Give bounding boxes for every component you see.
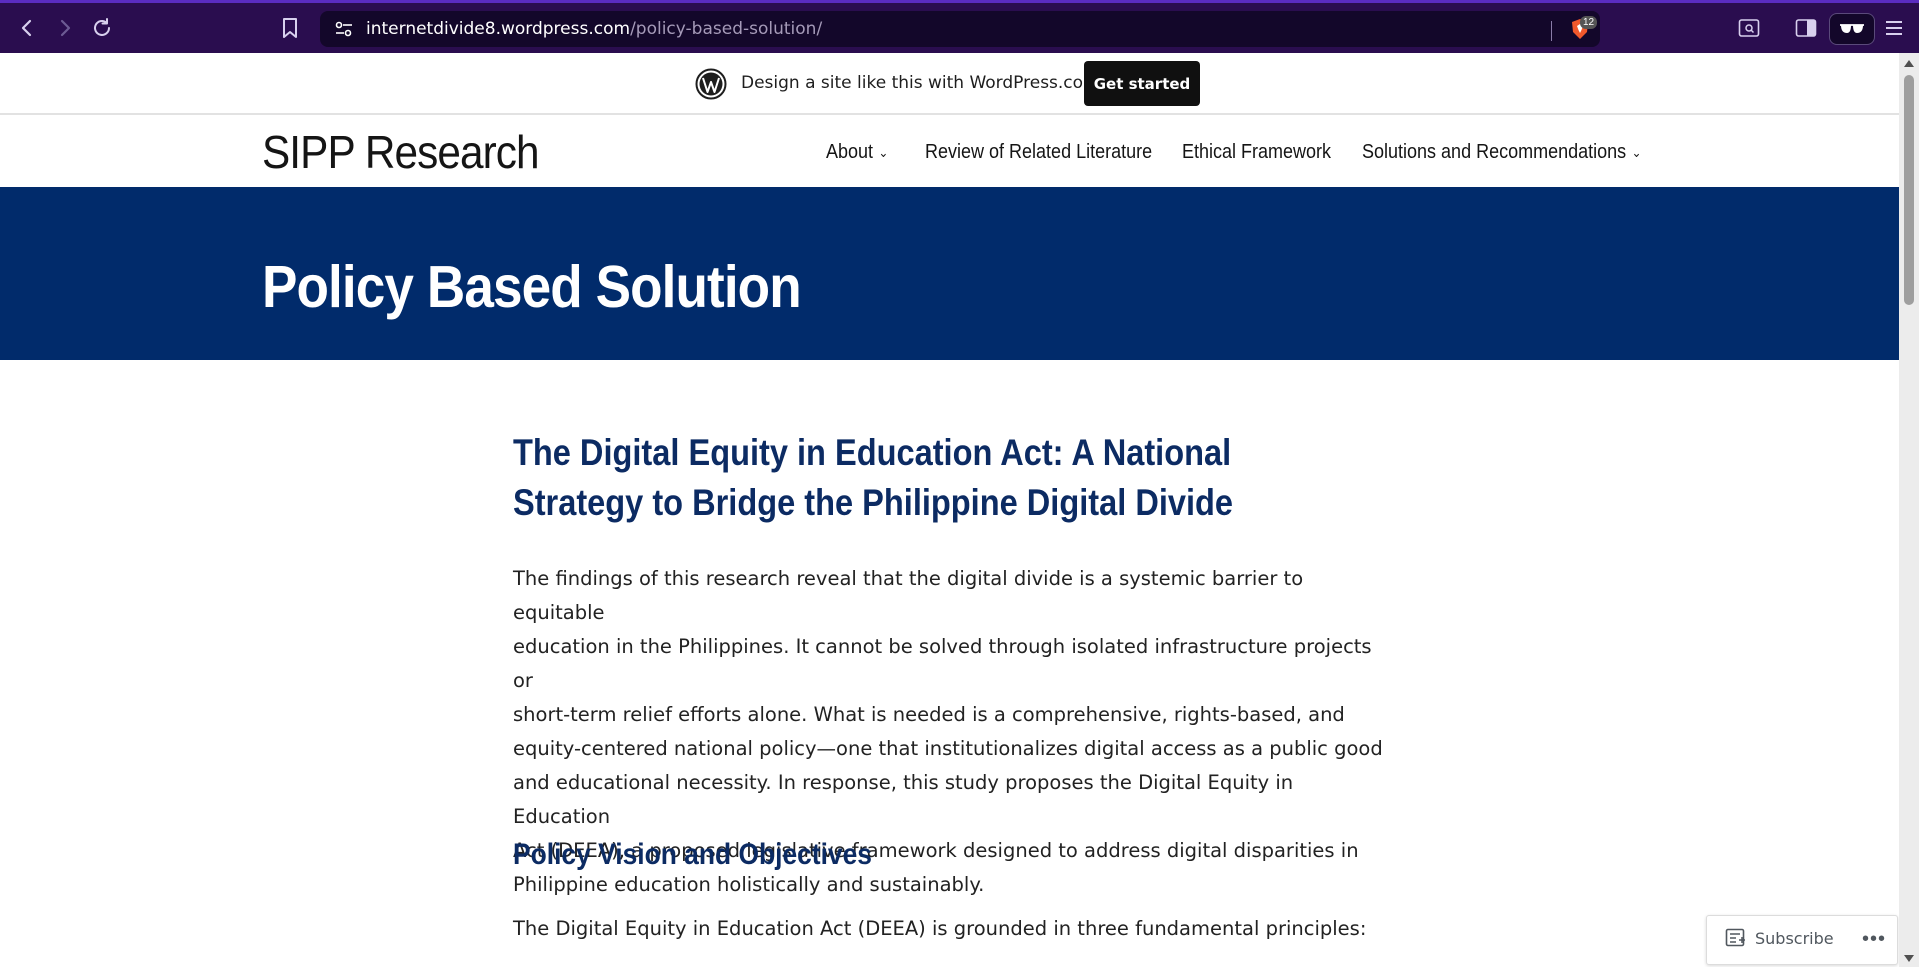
shields-count-badge: 12 — [1580, 16, 1598, 29]
nav-item-about[interactable]: About ⌄ — [826, 141, 888, 164]
scroll-down-arrow-icon[interactable] — [1903, 954, 1915, 964]
sidebar-icon — [1795, 19, 1817, 37]
bookmark-icon — [283, 18, 297, 38]
page-title: Policy Based Solution — [262, 254, 802, 320]
paragraph-line: education in the Philippines. It cannot … — [513, 635, 1372, 692]
nav-item-solutions-and-recommendations[interactable]: Solutions and Recommendations ⌄ — [1362, 141, 1641, 164]
paragraph-line: The findings of this research reveal tha… — [513, 567, 1304, 624]
subscribe-bar: Subscribe ••• — [1706, 915, 1898, 965]
reader-icon — [1725, 928, 1745, 947]
wordpress-logo-icon[interactable] — [695, 68, 727, 100]
bookmark-button[interactable] — [275, 13, 305, 43]
main-menu-button[interactable] — [1879, 13, 1909, 43]
hamburger-icon — [1886, 21, 1902, 35]
url-divider — [1551, 21, 1552, 41]
url-text[interactable]: internetdivide8.wordpress.com/policy-bas… — [366, 19, 822, 39]
nav-item-label: About — [826, 141, 874, 163]
reload-button[interactable] — [87, 13, 117, 43]
private-window-button[interactable] — [1829, 13, 1875, 45]
page-hero: Policy Based Solution — [0, 187, 1899, 360]
scrollbar-thumb[interactable] — [1904, 75, 1914, 305]
nav-item-label: Solutions and Recommendations — [1362, 141, 1627, 163]
browser-toolbar: internetdivide8.wordpress.com/policy-bas… — [0, 0, 1919, 53]
subscribe-button[interactable]: Subscribe — [1725, 928, 1834, 948]
get-started-button[interactable]: Get started — [1084, 61, 1200, 106]
article-heading: The Digital Equity in Education Act: A N… — [513, 432, 1234, 523]
address-bar[interactable]: internetdivide8.wordpress.com/policy-bas… — [320, 11, 1600, 47]
section-subheading: Policy Vision and Objectives — [513, 838, 872, 871]
primary-navigation: About ⌄ Review of Related Literature Ethi… — [0, 141, 1899, 171]
paragraph-line: short-term relief efforts alone. What is… — [513, 703, 1345, 726]
site-settings-icon[interactable] — [334, 21, 354, 37]
paragraph-line: equity-centered national policy—one that… — [513, 737, 1383, 760]
chevron-down-icon: ⌄ — [878, 144, 889, 160]
tab-search-icon — [1738, 19, 1760, 37]
url-host: internetdivide8.wordpress.com — [366, 19, 631, 39]
wordpress-promo-text: Design a site like this with WordPress.c… — [741, 73, 1100, 93]
more-options-button[interactable]: ••• — [1857, 922, 1891, 956]
forward-icon — [60, 19, 71, 37]
forward-button[interactable] — [50, 13, 80, 43]
reload-icon — [94, 18, 110, 36]
nav-item-label: Review of Related Literature — [925, 141, 1153, 163]
paragraph-line: Philippine education holistically and su… — [513, 873, 985, 896]
back-icon — [21, 19, 32, 37]
chevron-down-icon: ⌄ — [1631, 144, 1642, 160]
nav-item-ethical-framework[interactable]: Ethical Framework — [1182, 141, 1331, 164]
sidebar-toggle-button[interactable] — [1791, 13, 1821, 43]
url-path: /policy-based-solution/ — [630, 19, 823, 39]
back-button[interactable] — [12, 13, 42, 43]
article-paragraph-2: The Digital Equity in Education Act (DEE… — [513, 917, 1367, 940]
nav-item-label: Ethical Framework — [1182, 141, 1332, 163]
nav-item-review-of-related-literature[interactable]: Review of Related Literature — [925, 141, 1152, 164]
glasses-icon — [1840, 24, 1864, 33]
tab-search-button[interactable] — [1734, 13, 1764, 43]
scroll-up-arrow-icon[interactable] — [1903, 58, 1915, 68]
site-header: SIPP Research About ⌄ Review of Related L… — [0, 115, 1899, 187]
subscribe-label: Subscribe — [1755, 928, 1834, 948]
paragraph-line: and educational necessity. In response, … — [513, 771, 1294, 828]
wordpress-promo-banner: Design a site like this with WordPress.c… — [0, 53, 1899, 115]
